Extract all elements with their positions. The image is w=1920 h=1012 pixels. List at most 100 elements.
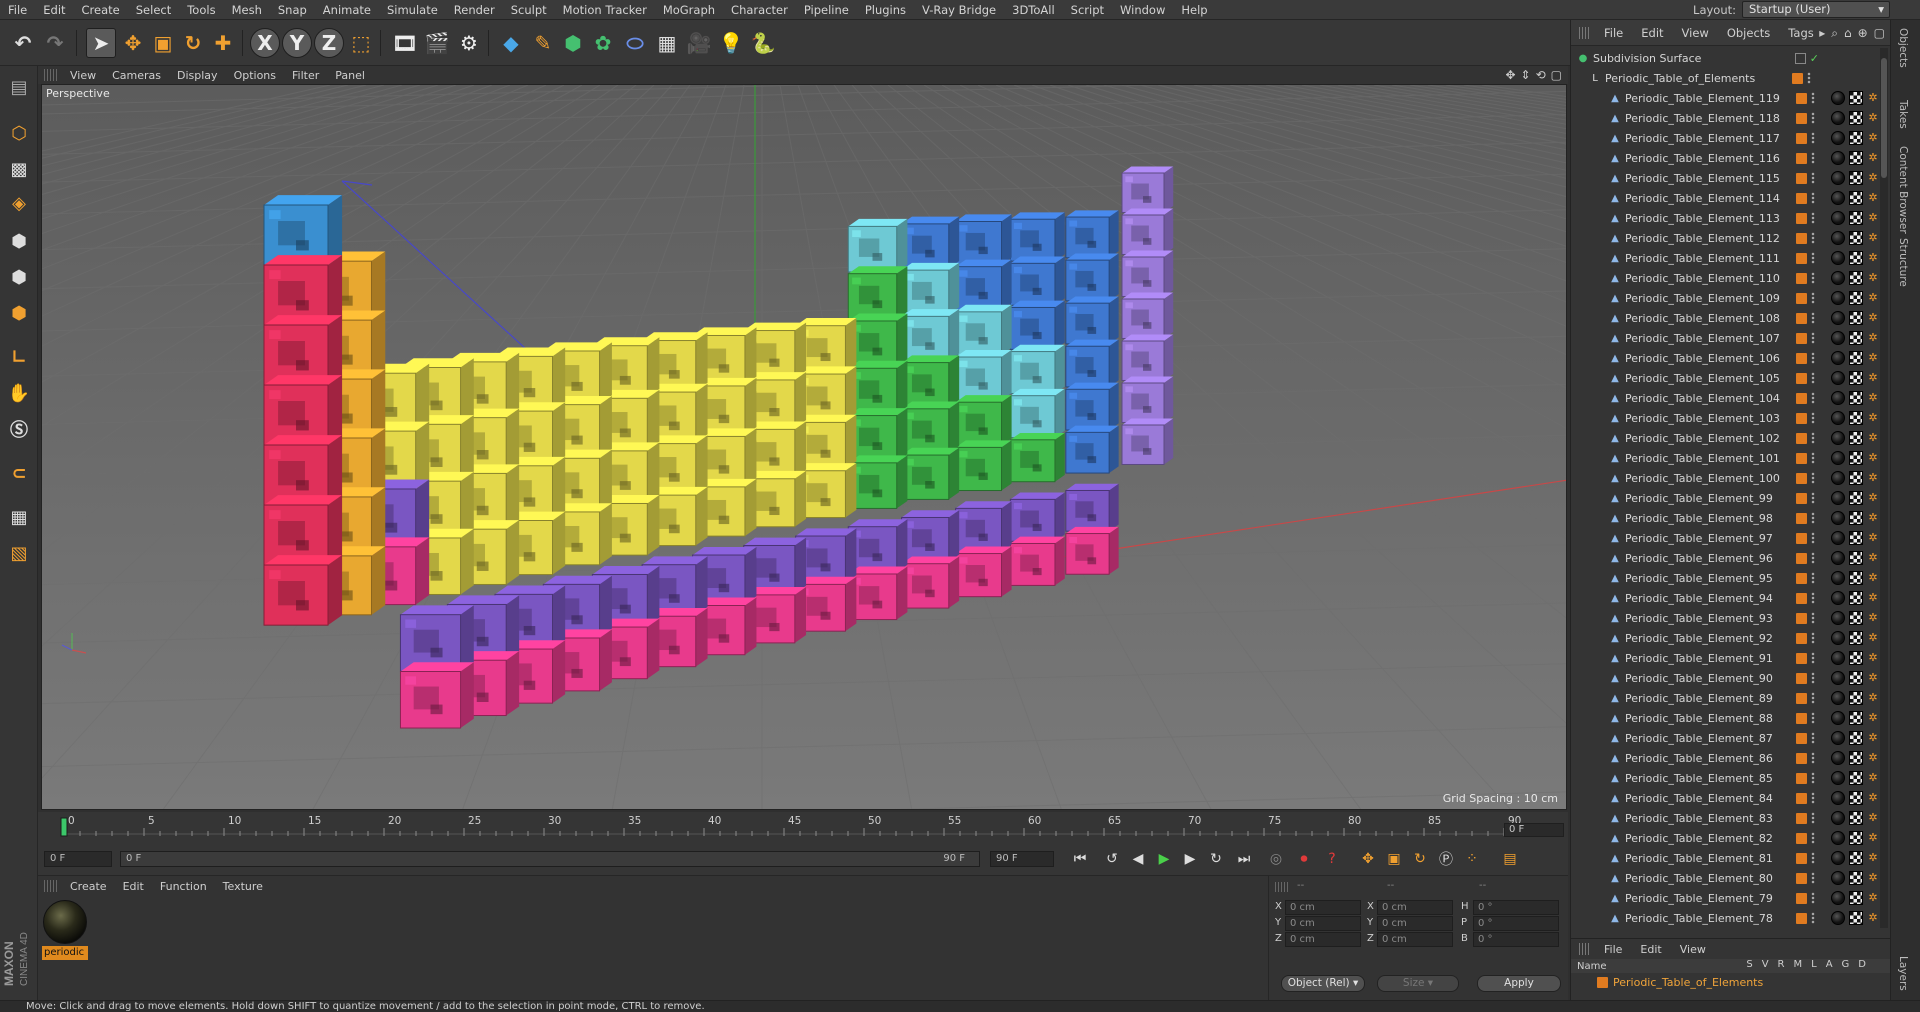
material-tag-icon[interactable] [1831, 891, 1845, 905]
element-cube[interactable] [955, 304, 1012, 356]
visibility-dots-icon[interactable] [1811, 592, 1815, 604]
element-cube[interactable] [901, 556, 960, 609]
visibility-dots-icon[interactable] [1811, 412, 1815, 424]
menu-3dtoall[interactable]: 3DToAll [1004, 3, 1063, 17]
element-cube[interactable] [847, 360, 908, 415]
element-cube[interactable] [1065, 253, 1119, 302]
texture-tag-icon[interactable] [1849, 291, 1863, 305]
texture-tag-icon[interactable] [1849, 791, 1863, 805]
element-cube[interactable] [1065, 483, 1119, 532]
parameter-key-icon[interactable]: Ⓟ [1434, 848, 1458, 870]
material-tag-icon[interactable] [1831, 711, 1845, 725]
end-frame-field[interactable]: 90 F [990, 851, 1054, 867]
layer-color-icon[interactable] [1796, 672, 1807, 684]
texture-tag-icon[interactable] [1849, 151, 1863, 165]
side-tab-takes[interactable]: Takes [1897, 100, 1909, 129]
render-settings-icon[interactable]: ⚙ [454, 28, 484, 58]
object-row-element[interactable]: ▲ Periodic_Table_Element_81 ✲ [1571, 848, 1879, 868]
axis-mode-icon[interactable]: ∟ [4, 342, 34, 372]
phong-tag-icon[interactable]: ✲ [1867, 212, 1879, 224]
phong-tag-icon[interactable]: ✲ [1867, 372, 1879, 384]
layer-column-l[interactable]: L [1811, 959, 1817, 970]
phong-tag-icon[interactable]: ✲ [1867, 352, 1879, 364]
element-cube[interactable] [901, 510, 960, 563]
element-cube[interactable] [1121, 376, 1174, 423]
phong-tag-icon[interactable]: ✲ [1867, 332, 1879, 344]
material-tag-icon[interactable] [1831, 871, 1845, 885]
object-row-element[interactable]: ▲ Periodic_Table_Element_112 ✲ [1571, 228, 1879, 248]
menu-pipeline[interactable]: Pipeline [796, 3, 857, 17]
visibility-dots-icon[interactable] [1811, 632, 1815, 644]
element-cube[interactable] [901, 355, 960, 408]
start-frame-field[interactable]: 0 F [44, 851, 112, 867]
element-cube[interactable] [955, 546, 1012, 598]
visibility-dots-icon[interactable] [1811, 752, 1815, 764]
element-cube[interactable] [955, 395, 1012, 446]
object-row-element[interactable]: ▲ Periodic_Table_Element_94 ✲ [1571, 588, 1879, 608]
layer-menu-file[interactable]: File [1595, 943, 1631, 956]
layer-color-icon[interactable] [1796, 92, 1807, 104]
material-tag-icon[interactable] [1831, 671, 1845, 685]
texture-tag-icon[interactable] [1849, 451, 1863, 465]
dolly-icon[interactable]: ⇕ [1521, 68, 1531, 82]
texture-tag-icon[interactable] [1849, 331, 1863, 345]
layer-color-icon[interactable] [1796, 272, 1807, 284]
texture-tag-icon[interactable] [1849, 471, 1863, 485]
visibility-dots-icon[interactable] [1811, 552, 1815, 564]
visibility-dots-icon[interactable] [1811, 512, 1815, 524]
object-row-element[interactable]: ▲ Periodic_Table_Element_114 ✲ [1571, 188, 1879, 208]
material-tag-icon[interactable] [1831, 451, 1845, 465]
visibility-dots-icon[interactable] [1811, 472, 1815, 484]
visibility-dots-icon[interactable] [1811, 372, 1815, 384]
phong-tag-icon[interactable]: ✲ [1867, 912, 1879, 924]
phong-tag-icon[interactable]: ✲ [1867, 112, 1879, 124]
phong-tag-icon[interactable]: ✲ [1867, 432, 1879, 444]
visibility-dots-icon[interactable] [1811, 192, 1815, 204]
object-row-element[interactable]: ▲ Periodic_Table_Element_86 ✲ [1571, 748, 1879, 768]
object-menu-objects[interactable]: Objects [1718, 26, 1779, 40]
floor-icon[interactable]: ▦ [652, 28, 682, 58]
pen-spline-icon[interactable]: ✎ [528, 28, 558, 58]
element-cube[interactable] [1065, 425, 1119, 474]
object-row-element[interactable]: ▲ Periodic_Table_Element_98 ✲ [1571, 508, 1879, 528]
layer-color-icon[interactable] [1796, 172, 1807, 184]
point-level-key-icon[interactable]: ⁘ [1460, 848, 1484, 870]
object-row-element[interactable]: ▲ Periodic_Table_Element_113 ✲ [1571, 208, 1879, 228]
layer-color-icon[interactable] [1796, 692, 1807, 704]
rotation-field[interactable]: 0 ° [1473, 916, 1559, 931]
phong-tag-icon[interactable]: ✲ [1867, 392, 1879, 404]
layer-color-icon[interactable] [1796, 332, 1807, 344]
pan-icon[interactable]: ✥ [1505, 68, 1515, 82]
texture-tag-icon[interactable] [1849, 171, 1863, 185]
element-cube[interactable] [1009, 212, 1065, 262]
visibility-dots-icon[interactable] [1811, 352, 1815, 364]
z-axis-lock-icon[interactable]: Z [314, 28, 344, 58]
light-icon[interactable]: 💡 [716, 28, 746, 58]
object-row-element[interactable]: ▲ Periodic_Table_Element_115 ✲ [1571, 168, 1879, 188]
layer-color-icon[interactable] [1796, 832, 1807, 844]
layer-color-icon[interactable] [1796, 712, 1807, 724]
rotation-field[interactable]: 0 ° [1473, 932, 1559, 947]
layer-color-icon[interactable] [1796, 512, 1807, 524]
layer-color-icon[interactable] [1796, 312, 1807, 324]
visibility-dots-icon[interactable] [1811, 452, 1815, 464]
menu-animate[interactable]: Animate [315, 3, 379, 17]
object-menu-file[interactable]: File [1595, 26, 1632, 40]
phong-tag-icon[interactable]: ✲ [1867, 132, 1879, 144]
side-tab-structure[interactable]: Structure [1897, 238, 1909, 287]
viewport-menu-filter[interactable]: Filter [284, 69, 327, 82]
material-tag-icon[interactable] [1831, 571, 1845, 585]
element-cube[interactable] [955, 214, 1012, 266]
element-cube[interactable] [901, 447, 960, 500]
visibility-dots-icon[interactable] [1811, 172, 1815, 184]
element-cube[interactable] [1065, 210, 1119, 259]
texture-tag-icon[interactable] [1849, 231, 1863, 245]
drag-handle-icon[interactable] [1579, 26, 1591, 39]
texture-tag-icon[interactable] [1849, 631, 1863, 645]
material-tag-icon[interactable] [1831, 251, 1845, 265]
texture-tag-icon[interactable] [1849, 191, 1863, 205]
layer-color-icon[interactable] [1796, 812, 1807, 824]
visibility-dots-icon[interactable] [1811, 272, 1815, 284]
texture-tag-icon[interactable] [1849, 651, 1863, 665]
object-row-element[interactable]: ▲ Periodic_Table_Element_116 ✲ [1571, 148, 1879, 168]
